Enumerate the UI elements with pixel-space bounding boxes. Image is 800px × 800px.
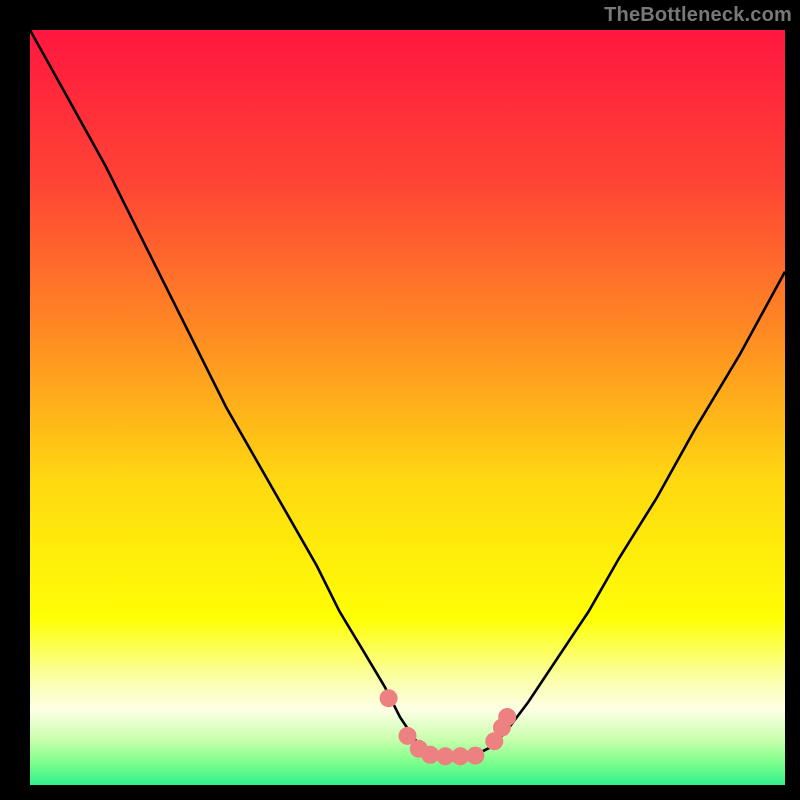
heat-background <box>30 30 785 785</box>
bottleneck-chart <box>30 30 785 785</box>
marker-point <box>498 708 516 726</box>
marker-point <box>380 689 398 707</box>
marker-point <box>466 747 484 765</box>
chart-frame: TheBottleneck.com <box>0 0 800 800</box>
watermark: TheBottleneck.com <box>604 4 792 27</box>
